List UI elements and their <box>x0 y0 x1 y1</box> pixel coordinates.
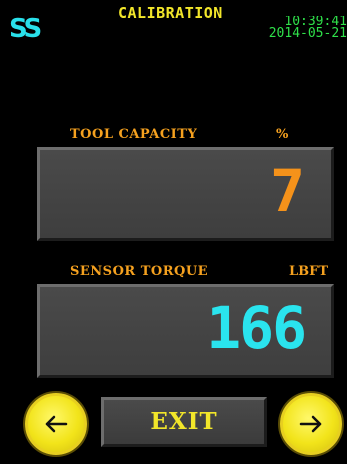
next-button[interactable] <box>280 393 342 455</box>
page-title: CALIBRATION <box>118 4 223 22</box>
tool-capacity-unit: % <box>276 127 289 142</box>
tool-capacity-label: TOOL CAPACITY <box>70 127 198 142</box>
tool-capacity-field[interactable]: 7 <box>37 147 334 241</box>
exit-button[interactable]: EXIT <box>101 397 267 447</box>
previous-button[interactable] <box>25 393 87 455</box>
sensor-torque-unit: LBFT <box>289 264 329 279</box>
arrow-right-icon <box>299 415 322 433</box>
sensor-torque-value: 166 <box>206 294 307 362</box>
arrow-left-icon <box>45 415 68 433</box>
sensor-torque-label: SENSOR TORQUE <box>70 264 209 279</box>
tool-capacity-value: 7 <box>270 157 305 225</box>
logo: SS <box>9 14 42 44</box>
clock-date: 2014-05-21 <box>268 26 347 40</box>
exit-label: EXIT <box>150 408 218 435</box>
clock: 10:39:41 2014-05-21 <box>237 16 347 40</box>
calibration-screen: SS CALIBRATION 10:39:41 2014-05-21 TOOL … <box>0 0 347 464</box>
sensor-torque-field[interactable]: 166 <box>37 284 334 378</box>
